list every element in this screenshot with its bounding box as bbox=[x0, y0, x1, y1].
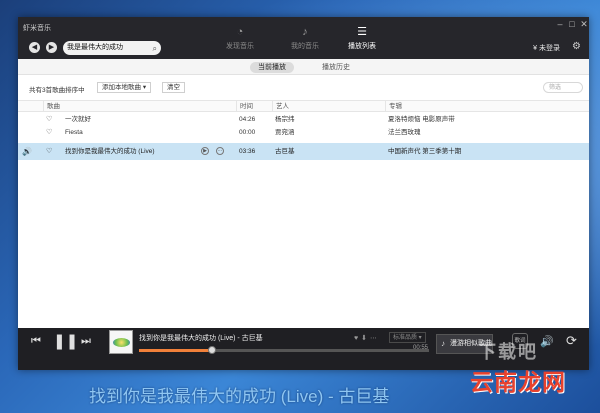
compass-icon: ◔ bbox=[236, 26, 244, 38]
subtab-bar: 当前播放 播放历史 bbox=[18, 59, 589, 75]
column-title-header[interactable]: 歌曲 bbox=[43, 101, 236, 111]
quality-select[interactable]: 标准品质 ▾ bbox=[389, 332, 426, 343]
more-icon[interactable]: ⋯ bbox=[370, 335, 380, 342]
add-local-label: 添加本地歌曲 bbox=[102, 84, 141, 91]
progress-handle[interactable] bbox=[207, 346, 216, 354]
tab-playlist-label: 播放列表 bbox=[348, 43, 376, 50]
elapsed-time: 00:55 bbox=[413, 345, 429, 351]
tab-my-music-label: 我的音乐 bbox=[291, 43, 319, 50]
subtab-now-playing[interactable]: 当前播放 bbox=[250, 62, 294, 73]
close-icon[interactable]: ✕ bbox=[579, 19, 589, 30]
cover-art bbox=[113, 338, 130, 347]
pause-icon: ❚❚ bbox=[53, 333, 79, 350]
minimize-icon[interactable]: – bbox=[555, 19, 565, 29]
more-icon: ⋯ bbox=[216, 147, 224, 156]
table-row-playing[interactable]: 🔊 ♡ 找到你是我最伟大的成功 (Live) ▶ ⋯ 03:36 古巨基 中国新… bbox=[18, 143, 589, 160]
song-artist[interactable]: 古巨基 bbox=[275, 143, 295, 160]
table-row[interactable]: ♡ 一次就好 04:26 杨宗纬 夏洛特烦恼 电影原声带 bbox=[18, 114, 589, 126]
track-actions: ♥⬇⋯ bbox=[354, 334, 380, 342]
title-bar: 虾米音乐 ◀ ▶ 我是最伟大的成功 ⌕ ◔ 发现音乐 ♪ 我的音乐 ☰ 播放列表… bbox=[18, 17, 589, 59]
column-artist-header[interactable]: 艺人 bbox=[272, 101, 385, 111]
add-local-songs-button[interactable]: 添加本地歌曲 ▾ bbox=[97, 82, 152, 93]
gear-icon[interactable]: ⚙ bbox=[572, 41, 581, 52]
table-row[interactable]: ♡ Fiesta 00:00 贾宛涵 法兰西玫瑰 bbox=[18, 127, 589, 139]
login-label: 未登录 bbox=[539, 45, 560, 52]
dropdown-arrow-icon: ▾ bbox=[142, 84, 147, 91]
song-album[interactable]: 法兰西玫瑰 bbox=[388, 127, 578, 139]
vip-icon: ¥ bbox=[533, 45, 538, 52]
row-play-button[interactable]: ▶ bbox=[201, 143, 209, 160]
music-note-icon: ♪ bbox=[302, 26, 308, 38]
playlist-icon: ☰ bbox=[357, 26, 367, 38]
song-title: 一次就好 bbox=[65, 116, 91, 123]
search-input[interactable]: 我是最伟大的成功 ⌕ bbox=[63, 41, 161, 55]
search-icon[interactable]: ⌕ bbox=[153, 42, 157, 55]
song-album[interactable]: 中国新声代 第三季第十期 bbox=[388, 143, 578, 160]
previous-icon: ⏮ bbox=[31, 335, 41, 347]
tab-my-music[interactable]: ♪ 我的音乐 bbox=[275, 24, 335, 51]
progress-fill bbox=[139, 349, 212, 352]
song-title: Fiesta bbox=[65, 129, 83, 136]
forward-button[interactable]: ▶ bbox=[46, 42, 57, 53]
album-cover[interactable] bbox=[109, 330, 133, 354]
download-icon[interactable]: ⬇ bbox=[361, 335, 370, 342]
play-icon: ▶ bbox=[201, 147, 209, 156]
repeat-icon[interactable]: ⟳ bbox=[566, 333, 577, 349]
column-album-header[interactable]: 专辑 bbox=[385, 101, 589, 111]
song-title: 找到你是我最伟大的成功 (Live) bbox=[65, 148, 155, 155]
song-time: 04:26 bbox=[239, 116, 256, 123]
now-playing-title[interactable]: 找到你是我最伟大的成功 (Live) - 古巨基 bbox=[139, 333, 263, 343]
table-header: 歌曲 时间 艺人 专辑 bbox=[18, 100, 589, 112]
tab-playlist[interactable]: ☰ 播放列表 bbox=[332, 24, 392, 51]
watermark-logo: 云南龙网 bbox=[470, 369, 566, 395]
song-time: 00:00 bbox=[239, 129, 256, 136]
arrow-right-icon: ▶ bbox=[48, 44, 55, 51]
column-time-header[interactable]: 时间 bbox=[236, 101, 272, 111]
song-artist[interactable]: 杨宗纬 bbox=[275, 114, 295, 126]
tab-discover[interactable]: ◔ 发现音乐 bbox=[210, 24, 270, 51]
list-toolbar: 共有3首歌曲排序中 添加本地歌曲 ▾ 清空 筛选 bbox=[18, 76, 589, 98]
app-window: 虾米音乐 ◀ ▶ 我是最伟大的成功 ⌕ ◔ 发现音乐 ♪ 我的音乐 ☰ 播放列表… bbox=[18, 17, 589, 370]
clear-button[interactable]: 清空 bbox=[162, 82, 185, 93]
app-title: 虾米音乐 bbox=[23, 25, 51, 32]
song-album[interactable]: 夏洛特烦恼 电影原声带 bbox=[388, 114, 578, 126]
search-value: 我是最伟大的成功 bbox=[67, 44, 123, 51]
arrow-left-icon: ◀ bbox=[31, 44, 38, 51]
pause-button[interactable]: ❚❚ bbox=[53, 332, 78, 350]
desktop-lyric[interactable]: 找到你是我最伟大的成功 (Live) - 古巨基 bbox=[89, 382, 389, 407]
maximize-icon[interactable]: □ bbox=[567, 19, 577, 29]
next-button[interactable]: ⏭ bbox=[81, 335, 91, 348]
tab-discover-label: 发现音乐 bbox=[226, 43, 254, 50]
next-icon: ⏭ bbox=[81, 335, 91, 347]
login-button[interactable]: ¥ 未登录 bbox=[533, 43, 560, 53]
quality-label: 标准品质 bbox=[393, 335, 418, 341]
back-button[interactable]: ◀ bbox=[29, 42, 40, 53]
watermark-logo-faint: 下载吧 bbox=[478, 342, 538, 362]
heart-icon[interactable]: ♡ bbox=[46, 127, 52, 139]
song-count-text: 共有3首歌曲排序中 bbox=[29, 87, 85, 94]
heart-icon[interactable]: ♡ bbox=[46, 143, 52, 160]
volume-icon[interactable]: 🔊 bbox=[540, 335, 554, 348]
speaker-icon: 🔊 bbox=[22, 147, 32, 156]
progress-bar[interactable] bbox=[139, 346, 429, 354]
heart-icon[interactable]: ♡ bbox=[46, 114, 52, 126]
song-artist[interactable]: 贾宛涵 bbox=[275, 127, 295, 139]
filter-input[interactable]: 筛选 bbox=[543, 82, 583, 93]
previous-button[interactable]: ⏮ bbox=[31, 335, 41, 348]
subtab-history[interactable]: 播放历史 bbox=[314, 62, 358, 73]
row-more-button[interactable]: ⋯ bbox=[216, 143, 224, 160]
song-time: 03:36 bbox=[239, 148, 256, 155]
music-note-icon: ♪ bbox=[441, 339, 445, 348]
